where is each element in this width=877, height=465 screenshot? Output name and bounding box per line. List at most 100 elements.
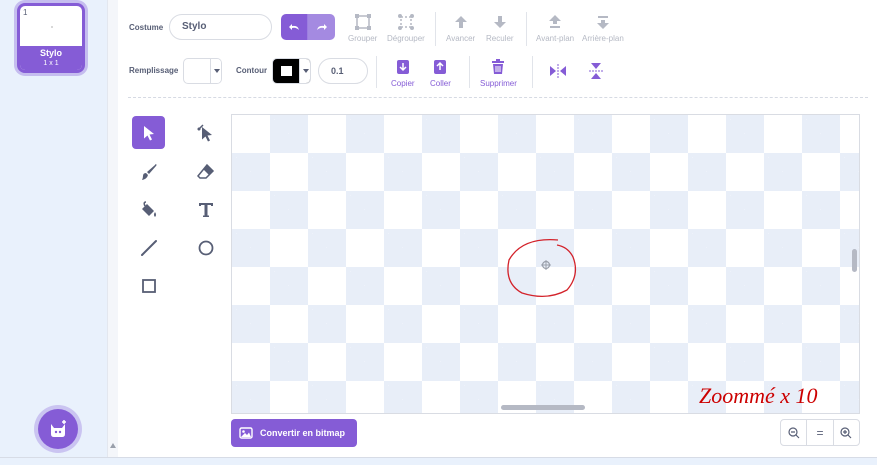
zoom-out-icon [788,426,800,438]
costume-label: Costume [129,23,164,32]
zoom-in-button[interactable] [834,420,859,445]
paste-icon [431,58,449,76]
toolbar-separator [435,12,436,46]
toolbar-divider [128,97,868,98]
rectangle-icon [141,278,156,293]
arrow-down-icon [491,13,509,31]
toolbar-separator [526,12,527,46]
ungroup-button[interactable]: Dégrouper [387,13,425,43]
copy-button[interactable]: Copier [391,58,415,88]
undo-redo-group [281,14,335,40]
toolbar-separator [469,56,470,88]
zoom-annotation-text: Zoommé x 10 [699,383,818,408]
zoom-annotation-handwriting: Zoommé x 10 [699,383,818,408]
copy-label: Copier [391,79,415,88]
outline-color-swatch [281,66,292,76]
costume-list-scrollbar[interactable] [107,0,118,457]
reshape-icon [196,123,212,141]
group-button[interactable]: Grouper [348,13,377,43]
fill-color-picker[interactable] [183,58,222,84]
backward-label: Reculer [486,34,514,43]
costume-name-input[interactable]: Stylo [169,14,272,40]
costume-tile-stylo[interactable]: 1 Stylo 1 x 1 [17,3,85,73]
brush-icon [141,163,156,180]
arrow-icon [143,125,154,140]
canvas-vertical-scrollbar[interactable] [852,249,857,272]
circle-tool[interactable] [189,231,222,264]
convert-to-bitmap-button[interactable]: Convertir en bitmap [231,419,357,447]
copy-icon [394,58,412,76]
paste-label: Coller [430,79,451,88]
ungroup-label: Dégrouper [387,34,425,43]
image-icon [239,427,253,439]
toolbar-separator [376,56,377,88]
costume-tile-name: Stylo [39,48,62,58]
group-icon [354,13,372,31]
reshape-tool[interactable] [189,116,222,149]
cat-icon [51,420,66,437]
flip-vertical-icon [587,62,605,80]
line-tool[interactable] [132,231,165,264]
send-to-back-icon [594,13,612,31]
chevron-down-icon [299,59,310,83]
costume-tile-footer: Stylo 1 x 1 [20,46,82,70]
paint-canvas[interactable] [231,114,860,414]
zoom-out-button[interactable] [781,420,808,445]
delete-label: Supprimer [480,79,517,88]
forward-label: Avancer [446,34,476,43]
zoom-reset-button[interactable]: = [807,420,834,445]
line-icon [140,239,157,256]
outline-color-picker[interactable] [272,58,311,84]
backward-button[interactable]: Reculer [486,13,514,43]
undo-icon [289,24,299,30]
outline-width-input[interactable]: 0.1 [318,58,368,84]
redo-button[interactable] [308,14,335,40]
bucket-icon [141,200,156,217]
red-circle-scribble [507,239,577,297]
add-costume-button[interactable] [38,409,78,449]
bottom-bar [0,457,877,465]
costume-tile-size: 1 x 1 [43,60,59,67]
brush-tool[interactable] [132,155,165,188]
back-label: Arrière-plan [582,34,624,43]
zoom-reset-label: = [816,425,824,440]
redo-icon [316,24,327,30]
text-tool[interactable] [189,193,222,226]
forward-button[interactable]: Avancer [446,13,475,43]
fill-color-swatch [186,61,210,81]
costume-thumbnail [51,26,53,28]
front-button[interactable]: Avant-plan [536,13,574,43]
front-label: Avant-plan [536,34,575,43]
outline-label: Contour [236,66,268,75]
rectangle-tool[interactable] [132,269,165,302]
text-icon [198,202,213,217]
eraser-icon [196,163,214,179]
costume-list: 1 Stylo 1 x 1 [0,0,107,457]
delete-button[interactable]: Supprimer [480,58,517,88]
circle-icon [198,240,213,255]
costume-center-icon [541,260,551,270]
group-label: Grouper [348,34,378,43]
trash-icon [489,58,507,76]
convert-to-bitmap-label: Convertir en bitmap [260,428,346,438]
flip-horizontal-button[interactable] [549,62,567,83]
arrow-up-icon [452,13,470,31]
flip-horizontal-icon [549,62,567,80]
undo-button[interactable] [281,14,308,40]
fill-tool[interactable] [132,193,165,226]
select-tool[interactable] [132,116,165,149]
costume-number: 1 [23,8,28,17]
zoom-controls: = [780,419,860,446]
back-button[interactable]: Arrière-plan [582,13,624,43]
toolbar-separator [532,56,533,88]
chevron-down-icon [210,59,221,83]
canvas-drawing [507,239,577,297]
eraser-tool[interactable] [189,155,222,188]
flip-vertical-button[interactable] [587,62,605,83]
paste-button[interactable]: Coller [430,58,451,88]
zoom-in-icon [840,426,852,438]
ungroup-icon [397,13,415,31]
fill-label: Remplissage [129,66,179,75]
canvas-horizontal-scrollbar[interactable] [501,405,585,410]
scroll-down-arrow-icon[interactable] [110,443,116,448]
